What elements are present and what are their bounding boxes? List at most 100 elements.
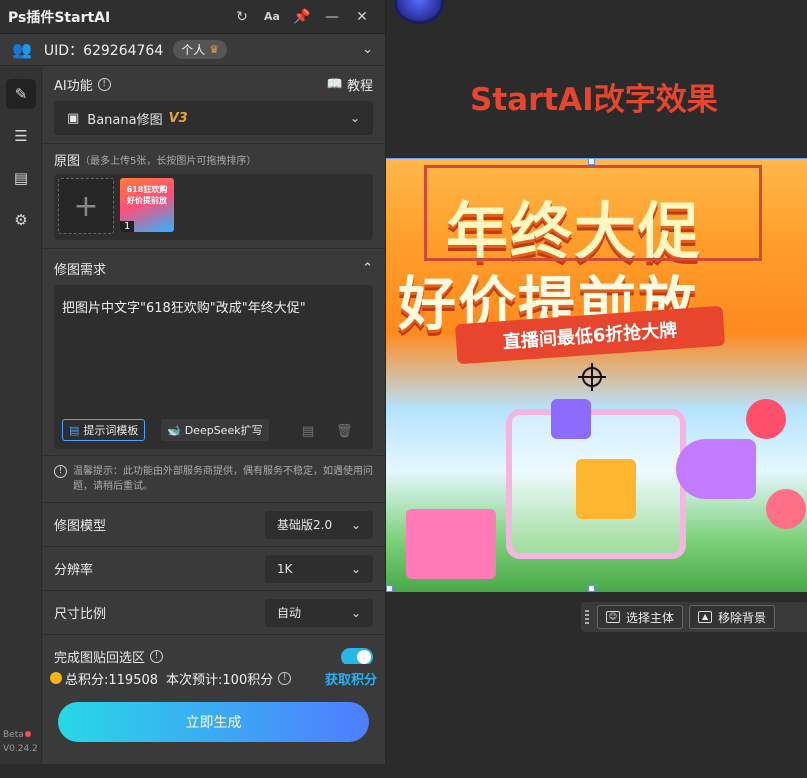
generate-button[interactable]: 立即生成 (58, 702, 369, 742)
layers-icon[interactable]: ☰ (6, 121, 36, 151)
title-bar: Ps插件StartAI ↻ Aa 📌 — ✕ (0, 0, 385, 34)
trash-icon[interactable]: 🗑 (336, 424, 353, 439)
model-select[interactable]: 基础版2.0 ⌄ (265, 510, 373, 539)
drag-handle[interactable] (585, 610, 589, 624)
tutorial-link[interactable]: 📖 教程 (327, 75, 373, 94)
panel-title: Ps插件StartAI (8, 9, 111, 26)
template-button[interactable]: ▤ 提示词模板 (62, 419, 146, 441)
plan-badge[interactable]: 个人 ♛ (173, 40, 228, 59)
settings-icon[interactable]: ⚙ (6, 205, 36, 235)
version-badge: V3 (168, 110, 188, 126)
remove-background-label: 移除背景 (718, 610, 767, 625)
edit-request-label: 修图需求 (54, 262, 107, 278)
footer: 总积分:119508 本次预计:100积分 ! 获取积分 立即生成 (42, 664, 385, 764)
add-image-button[interactable]: + (58, 178, 114, 234)
paste-back-toggle[interactable] (341, 647, 373, 666)
ratio-label: 尺寸比例 (54, 607, 107, 622)
tutorial-label: 教程 (346, 78, 373, 94)
chevron-down-icon: ⌄ (350, 517, 361, 532)
version-info: Beta V0.24.2 (3, 728, 38, 756)
resolution-select[interactable]: 1K ⌄ (265, 554, 373, 583)
version-label: V0.24.2 (3, 744, 38, 754)
plugin-panel: Ps插件StartAI ↻ Aa 📌 — ✕ 👥 UID：629264764 个… (0, 0, 386, 764)
ai-function-label: AI功能 (54, 78, 93, 94)
uid-label: UID：629264764 (43, 42, 164, 59)
deepseek-label: DeepSeek扩写 (184, 424, 263, 437)
panel-content: AI功能 ! 📖 教程 ▣ Banana修图 V3 ⌄ 原图 （最多上传5张，长… (42, 67, 385, 764)
transform-handle[interactable] (588, 159, 595, 165)
megaphone-illustration (676, 439, 756, 499)
edit-request-section: 修图需求 ⌃ 把图片中文字"618狂欢购"改成"年终大促" ▤ 提示词模板 🐋 … (42, 249, 385, 456)
canvas-image[interactable]: 年终大促 好价提前放 直播间最低6折抢大牌 (386, 158, 807, 592)
image-thumbnail[interactable]: 618狂欢购 好价提前放 1 (120, 178, 174, 232)
chevron-up-icon[interactable]: ⌃ (362, 261, 373, 276)
refresh-icon[interactable]: ↻ (227, 9, 257, 25)
prompt-text: 把图片中文字"618狂欢购"改成"年终大促" (62, 301, 306, 316)
ratio-select[interactable]: 自动 ⌄ (265, 598, 373, 627)
crosshair-icon[interactable] (578, 363, 606, 391)
person-icon: ☺ (606, 611, 620, 623)
info-icon[interactable]: ! (150, 650, 164, 663)
transform-handle[interactable] (588, 585, 595, 592)
deepseek-button[interactable]: 🐋 DeepSeek扩写 (161, 419, 269, 441)
ai-function-select[interactable]: ▣ Banana修图 V3 ⌄ (54, 101, 373, 135)
template-icon: ▤ (69, 423, 80, 437)
font-size-icon[interactable]: Aa (257, 10, 287, 23)
info-icon[interactable]: ! (278, 671, 292, 685)
highlight-box (424, 165, 762, 261)
total-points: 总积分:119508 (65, 672, 159, 688)
select-subject-button[interactable]: ☺ 选择主体 (597, 605, 684, 629)
book-icon: 📖 (326, 76, 343, 92)
resolution-row: 分辨率 1K ⌄ (42, 547, 385, 591)
chevron-down-icon[interactable]: ⌄ (362, 42, 373, 57)
chevron-down-icon: ⌄ (350, 561, 361, 576)
minimize-icon[interactable]: — (317, 9, 347, 25)
chevron-down-icon: ⌄ (350, 605, 361, 620)
notice-text: 温馨提示：此功能由外部服务商提供，偶有服务不稳定，如遇使用问题，请稍后重试。 (73, 466, 373, 492)
select-subject-label: 选择主体 (626, 610, 675, 625)
app-logo-icon (394, 0, 444, 24)
notice: ! 温馨提示：此功能由外部服务商提供，偶有服务不稳定，如遇使用问题，请稍后重试。 (42, 456, 385, 503)
estimate-points: 本次预计:100积分 (166, 672, 274, 688)
remove-background-button[interactable]: ▲ 移除背景 (689, 605, 776, 629)
side-rail: ✎ ☰ ▤ ⚙ Beta V0.24.2 (0, 67, 42, 764)
beta-label: Beta (3, 730, 24, 740)
close-icon[interactable]: ✕ (347, 9, 377, 25)
flower-illustration (766, 489, 806, 529)
upload-area: + 618狂欢购 好价提前放 1 (54, 174, 373, 240)
gift-illustration (576, 459, 636, 519)
points-row: 总积分:119508 本次预计:100积分 ! 获取积分 (42, 664, 385, 692)
ratio-row: 尺寸比例 自动 ⌄ (42, 591, 385, 635)
pin-icon[interactable]: 📌 (287, 9, 317, 25)
info-icon[interactable]: ! (97, 77, 111, 91)
gift-illustration (551, 399, 591, 439)
resolution-value: 1K (277, 561, 293, 576)
edit-icon[interactable]: ✎ (6, 79, 36, 109)
thumbnail-index: 1 (120, 221, 135, 232)
crown-icon: ♛ (209, 43, 220, 56)
clipboard-icon[interactable]: ▤ (6, 163, 36, 193)
source-image-section: 原图 （最多上传5张，长按图片可拖拽排序） + 618狂欢购 好价提前放 1 (42, 144, 385, 249)
canvas-heading: StartAI改字效果 (470, 82, 718, 118)
model-label: 修图模型 (54, 519, 107, 534)
template-label: 提示词模板 (83, 424, 139, 437)
user-group-icon: 👥 (12, 40, 32, 59)
resolution-label: 分辨率 (54, 563, 94, 578)
source-image-hint: （最多上传5张，长按图片可拖拽排序） (80, 155, 257, 167)
history-icon[interactable]: ▤ (302, 424, 314, 439)
transform-handle[interactable] (386, 585, 393, 592)
context-toolbar: ☺ 选择主体 ▲ 移除背景 (581, 602, 807, 632)
prompt-textarea[interactable]: 把图片中文字"618狂欢购"改成"年终大促" ▤ 提示词模板 🐋 DeepSee… (54, 285, 373, 449)
toggle-knob (357, 649, 371, 664)
deepseek-icon: 🐋 (167, 423, 181, 437)
basket-illustration (406, 509, 496, 579)
ai-function-section: AI功能 ! 📖 教程 ▣ Banana修图 V3 ⌄ (42, 67, 385, 144)
get-points-link[interactable]: 获取积分 (325, 669, 377, 688)
ai-function-value: Banana修图 (87, 112, 163, 128)
thumbnail-text: 618狂欢购 好价提前放 (126, 185, 168, 205)
flower-illustration (746, 399, 786, 439)
coin-icon (50, 672, 62, 684)
info-icon: ! (54, 465, 67, 478)
model-value: 基础版2.0 (277, 518, 333, 532)
ratio-value: 自动 (277, 606, 302, 620)
